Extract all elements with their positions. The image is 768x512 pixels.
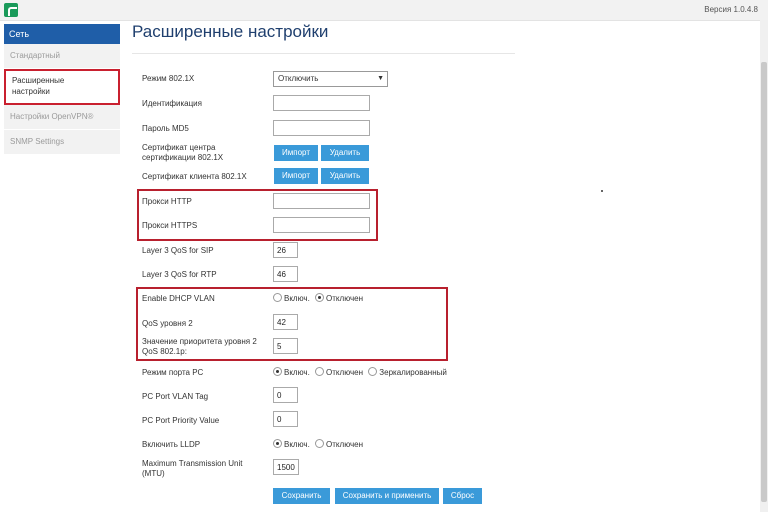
- qos-8021p-label-line1: Значение приоритета уровня 2: [142, 337, 257, 346]
- identity-input[interactable]: [273, 95, 370, 111]
- pc-port-off-label: Отключен: [326, 368, 364, 377]
- pc-port-on-radio[interactable]: [273, 367, 282, 376]
- qos-l2-input[interactable]: 42: [273, 314, 298, 330]
- sidebar-item-snmp[interactable]: SNMP Settings: [4, 130, 120, 155]
- qos-l2-label: QoS уровня 2: [142, 319, 193, 328]
- lldp-label: Включить LLDP: [142, 440, 201, 449]
- proxy-https-label: Прокси HTTPS: [142, 221, 198, 230]
- sidebar-item-standard[interactable]: Стандартный: [4, 44, 120, 69]
- mode-8021x-select[interactable]: Отключить ▼: [273, 71, 388, 87]
- lldp-on-radio[interactable]: [273, 439, 282, 448]
- qos-8021p-label-line2: QoS 802.1p:: [142, 347, 187, 356]
- version-label: Версия 1.0.4.8: [704, 5, 758, 14]
- dhcp-vlan-on-label: Включ.: [284, 294, 310, 303]
- qos-sip-input[interactable]: 26: [273, 242, 298, 258]
- proxy-http-label: Прокси HTTP: [142, 197, 192, 206]
- pc-port-mode-label: Режим порта PC: [142, 368, 204, 377]
- title-divider: [132, 53, 515, 54]
- pc-port-mirror-label: Зеркалированный: [379, 368, 447, 377]
- client-cert-label: Сертификат клиента 802.1X: [142, 172, 247, 181]
- mode-8021x-label: Режим 802.1X: [142, 74, 195, 83]
- dhcp-vlan-on-radio[interactable]: [273, 293, 282, 302]
- pc-port-off-radio[interactable]: [315, 367, 325, 376]
- mtu-input[interactable]: 1500: [273, 459, 299, 475]
- md5-label: Пароль MD5: [142, 124, 189, 133]
- pc-vlan-tag-input[interactable]: 0: [273, 387, 298, 403]
- sidebar-item-advanced-line1: Расширенные: [12, 76, 65, 85]
- lldp-on-label: Включ.: [284, 440, 310, 449]
- qos-8021p-input[interactable]: 5: [273, 338, 298, 354]
- md5-password-input[interactable]: [273, 120, 370, 136]
- identity-label: Идентификация: [142, 99, 202, 108]
- dhcp-vlan-off-label: Отключен: [326, 294, 364, 303]
- pc-port-mirror-radio[interactable]: [368, 367, 378, 376]
- proxy-https-input[interactable]: [273, 217, 370, 233]
- proxy-http-input[interactable]: [273, 193, 370, 209]
- mtu-label-line2: (MTU): [142, 469, 165, 478]
- pc-port-mode-options: Включ. Отключен Зеркалированный: [273, 367, 447, 379]
- qos-rtp-input[interactable]: 46: [273, 266, 298, 282]
- ca-cert-label: Сертификат центра сертификации 802.1X: [142, 143, 272, 163]
- mode-8021x-value: Отключить: [278, 74, 319, 83]
- ca-cert-delete-button[interactable]: Удалить: [321, 145, 369, 161]
- reset-button[interactable]: Сброс: [443, 488, 482, 504]
- sidebar-item-advanced[interactable]: Расширенные настройки: [4, 69, 120, 105]
- chevron-down-icon: ▼: [377, 75, 384, 82]
- sidebar: Сеть Стандартный Расширенные настройки Н…: [4, 24, 120, 155]
- scrollbar-thumb[interactable]: [761, 62, 767, 502]
- top-bar: Версия 1.0.4.8: [0, 0, 768, 21]
- sidebar-item-openvpn[interactable]: Настройки OpenVPN®: [4, 105, 120, 130]
- sidebar-item-advanced-line2: настройки: [12, 87, 50, 96]
- pc-vlan-tag-label: PC Port VLAN Tag: [142, 392, 209, 401]
- app-logo-icon: [4, 3, 18, 17]
- stray-dot: [601, 190, 603, 192]
- dhcp-vlan-off-radio[interactable]: [315, 293, 325, 302]
- mtu-label: Maximum Transmission Unit (MTU): [142, 459, 272, 479]
- page-title: Расширенные настройки: [132, 22, 329, 41]
- lldp-off-radio[interactable]: [315, 439, 325, 448]
- save-apply-button[interactable]: Сохранить и применить: [335, 488, 439, 504]
- qos-8021p-label: Значение приоритета уровня 2 QoS 802.1p:: [142, 337, 272, 357]
- ca-cert-label-line1: Сертификат центра: [142, 143, 216, 152]
- lldp-off-label: Отключен: [326, 440, 364, 449]
- save-button[interactable]: Сохранить: [273, 488, 330, 504]
- ca-cert-label-line2: сертификации 802.1X: [142, 153, 224, 162]
- qos-sip-label: Layer 3 QoS for SIP: [142, 246, 214, 255]
- pc-port-on-label: Включ.: [284, 368, 310, 377]
- dhcp-vlan-label: Enable DHCP VLAN: [142, 294, 215, 303]
- ca-cert-import-button[interactable]: Импорт: [274, 145, 318, 161]
- qos-rtp-label: Layer 3 QoS for RTP: [142, 270, 217, 279]
- mtu-label-line1: Maximum Transmission Unit: [142, 459, 243, 468]
- pc-priority-label: PC Port Priority Value: [142, 416, 220, 425]
- lldp-options: Включ. Отключен: [273, 439, 363, 451]
- client-cert-delete-button[interactable]: Удалить: [321, 168, 369, 184]
- pc-priority-input[interactable]: 0: [273, 411, 298, 427]
- dhcp-vlan-options: Включ. Отключен: [273, 293, 363, 305]
- sidebar-header[interactable]: Сеть: [4, 24, 120, 44]
- client-cert-import-button[interactable]: Импорт: [274, 168, 318, 184]
